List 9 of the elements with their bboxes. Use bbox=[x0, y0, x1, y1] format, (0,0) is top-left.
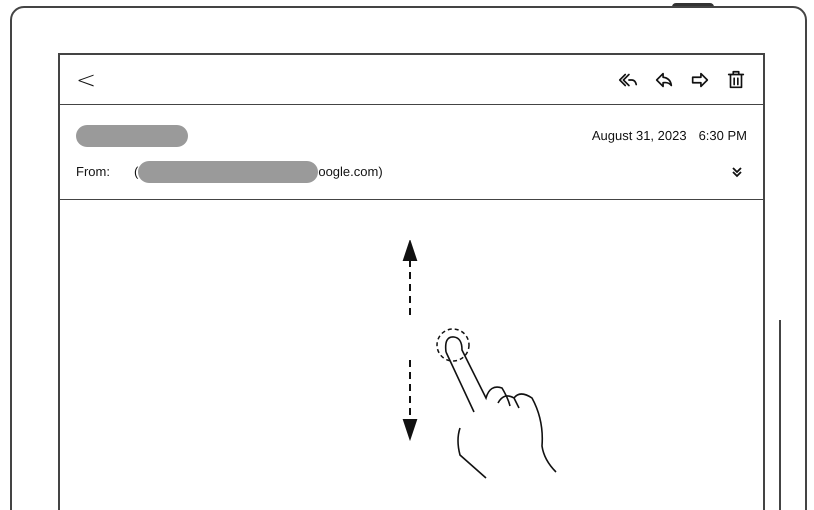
sender-address: oogle.com) bbox=[318, 163, 383, 182]
email-date: August 31, 2023 bbox=[592, 127, 687, 146]
expand-icon[interactable] bbox=[731, 166, 743, 178]
email-time: 6:30 PM bbox=[698, 127, 747, 146]
from-label: From: bbox=[76, 163, 111, 182]
sender-prefix: ( bbox=[134, 163, 138, 182]
power-button[interactable] bbox=[672, 3, 714, 7]
trash-icon[interactable] bbox=[725, 68, 747, 90]
back-button[interactable]: < bbox=[76, 68, 96, 92]
